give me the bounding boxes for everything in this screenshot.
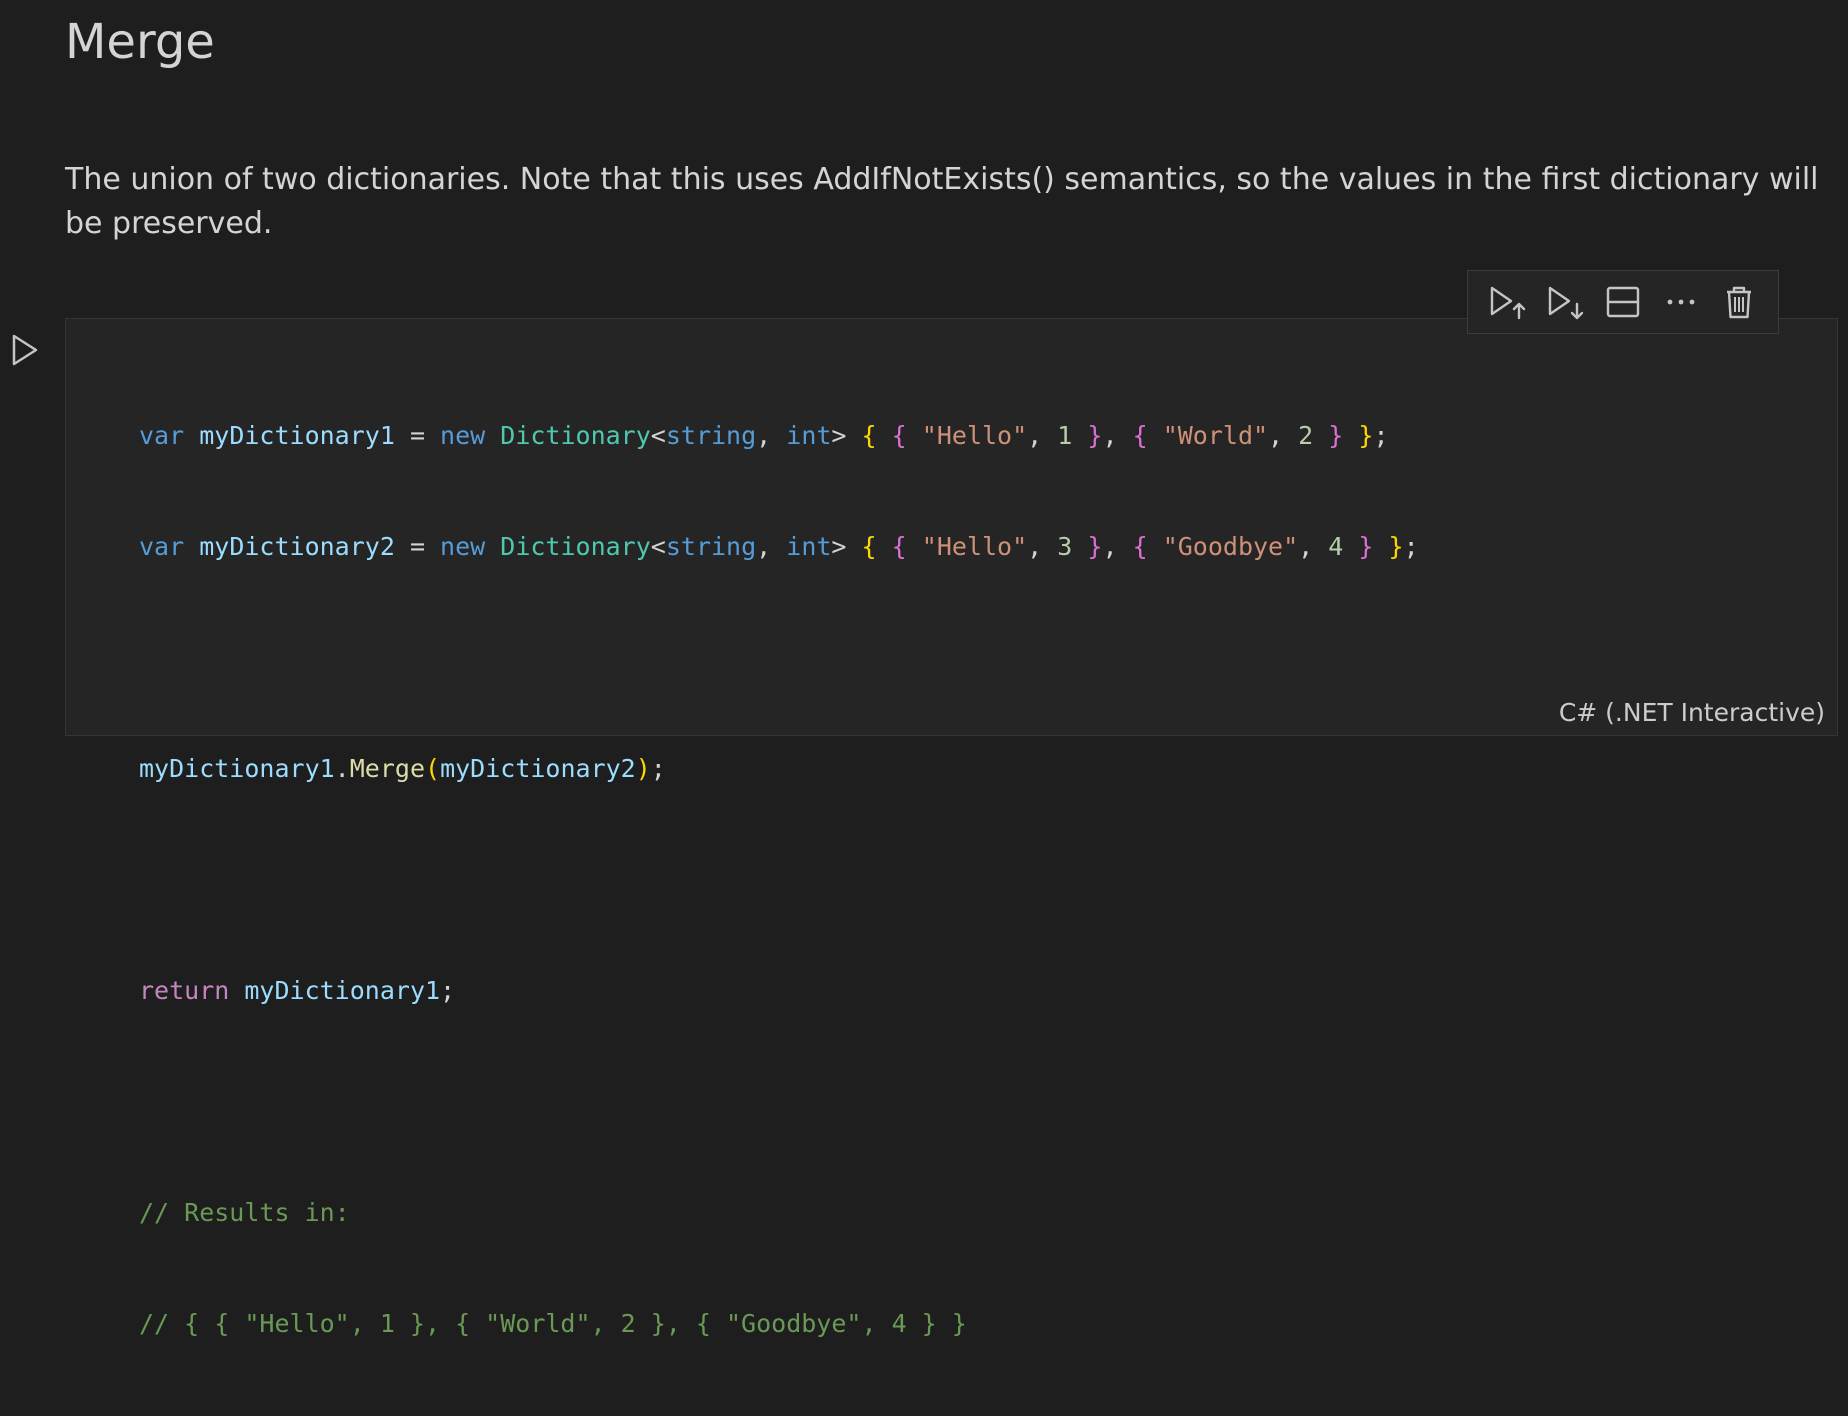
code-token: int	[786, 421, 832, 450]
code-token: myDictionary2	[199, 532, 395, 561]
code-token: {	[1132, 532, 1148, 561]
code-token: )	[635, 754, 651, 783]
code-token: >	[831, 421, 847, 450]
code-token: =	[394, 421, 441, 450]
code-token: return	[139, 976, 230, 1005]
code-token: {	[891, 421, 907, 450]
code-token: ;	[650, 754, 666, 783]
code-token: {	[861, 421, 877, 450]
code-token: "Goodbye"	[1162, 532, 1299, 561]
code-token: ,	[1027, 532, 1058, 561]
code-token: ,	[1027, 421, 1058, 450]
more-actions-button[interactable]	[1659, 280, 1703, 324]
code-token: Dictionary	[500, 421, 651, 450]
cell-toolbar	[1467, 270, 1779, 334]
code-token: var	[139, 421, 185, 450]
code-token: ,	[1298, 532, 1329, 561]
code-line-1: var myDictionary1 = new Dictionary<strin…	[139, 417, 1419, 454]
code-line-4: myDictionary1.Merge(myDictionary2);	[139, 750, 1419, 787]
code-token: new	[440, 532, 486, 561]
code-token: }	[1388, 532, 1404, 561]
more-actions-icon	[1667, 299, 1695, 305]
run-cell-button[interactable]	[10, 333, 40, 367]
code-token: ;	[1373, 421, 1389, 450]
code-token: =	[394, 532, 441, 561]
markdown-heading: Merge	[65, 14, 215, 70]
code-token: 2	[1298, 421, 1314, 450]
execute-below-icon	[1548, 286, 1584, 320]
code-token: <	[650, 421, 666, 450]
code-token: <	[650, 532, 666, 561]
split-cell-button[interactable]	[1601, 280, 1645, 324]
execute-below-button[interactable]	[1543, 280, 1587, 324]
code-token: ;	[440, 976, 456, 1005]
code-token: {	[861, 532, 877, 561]
code-token: Merge	[349, 754, 425, 783]
code-token: string	[665, 532, 757, 561]
code-token: ,	[756, 421, 787, 450]
code-token: myDictionary1	[199, 421, 395, 450]
code-token: }	[1328, 421, 1344, 450]
code-token: "Hello"	[921, 532, 1028, 561]
code-token: ,	[756, 532, 787, 561]
code-token: ,	[1268, 421, 1299, 450]
code-token: ,	[1102, 532, 1133, 561]
code-token: new	[440, 421, 486, 450]
code-token: {	[891, 532, 907, 561]
code-token: }	[1087, 532, 1103, 561]
cell-language-indicator[interactable]: C# (.NET Interactive)	[1559, 698, 1825, 727]
code-token: int	[786, 532, 832, 561]
code-token: ;	[1403, 532, 1419, 561]
execute-above-button[interactable]	[1485, 280, 1529, 324]
code-token: .	[334, 754, 350, 783]
code-token: ,	[1102, 421, 1133, 450]
code-token: myDictionary1	[244, 976, 441, 1005]
code-token: }	[1358, 421, 1374, 450]
code-line-6: return myDictionary1;	[139, 972, 1419, 1009]
code-token: myDictionary2	[440, 754, 636, 783]
code-comment-line: // Results in:	[139, 1198, 350, 1227]
code-token: }	[1087, 421, 1103, 450]
code-comment-line: // { { "Hello", 1 }, { "World", 2 }, { "…	[139, 1309, 967, 1338]
split-cell-icon	[1606, 286, 1640, 318]
code-token: (	[425, 754, 441, 783]
code-token: 4	[1328, 532, 1344, 561]
delete-cell-icon	[1727, 286, 1751, 319]
code-token: Dictionary	[500, 532, 651, 561]
code-token: 3	[1057, 532, 1073, 561]
code-token: string	[665, 421, 757, 450]
code-token: myDictionary1	[139, 754, 335, 783]
code-token: "World"	[1162, 421, 1269, 450]
code-editor[interactable]: var myDictionary1 = new Dictionary<strin…	[139, 343, 1419, 1416]
code-token: "Hello"	[921, 421, 1028, 450]
code-token: {	[1132, 421, 1148, 450]
delete-cell-button[interactable]	[1717, 280, 1761, 324]
code-cell[interactable]: var myDictionary1 = new Dictionary<strin…	[65, 318, 1838, 1338]
code-line-2: var myDictionary2 = new Dictionary<strin…	[139, 528, 1419, 565]
code-token: 1	[1057, 421, 1073, 450]
markdown-description: The union of two dictionaries. Note that…	[65, 162, 1819, 241]
execute-above-icon	[1490, 286, 1526, 320]
code-token: }	[1358, 532, 1374, 561]
run-cell-icon	[12, 334, 38, 366]
code-token: var	[139, 532, 185, 561]
code-token: >	[831, 532, 847, 561]
